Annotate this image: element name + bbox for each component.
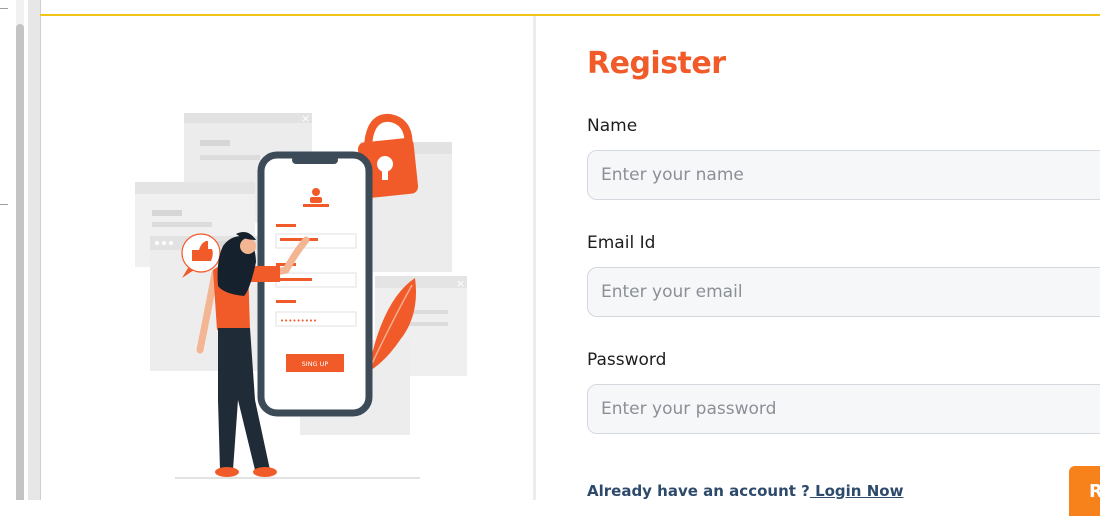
signup-illustration: × × ••••••••• SING UP [135, 112, 467, 479]
close-icon: × [301, 112, 310, 125]
password-dots: ••••••••• [280, 317, 317, 325]
register-submit-button[interactable]: R [1069, 466, 1100, 516]
gutter-tick [0, 8, 8, 9]
name-label: Name [587, 116, 638, 136]
panel-edge [28, 0, 41, 500]
login-prompt-text: Already have an account ? [587, 482, 810, 500]
login-prompt-row: Already have an account ? Login Now [587, 482, 903, 500]
email-input[interactable] [587, 267, 1100, 317]
close-icon: × [456, 277, 465, 290]
login-now-link[interactable]: Login Now [810, 482, 903, 500]
phone-mockup: ••••••••• SING UP [257, 151, 373, 417]
scrollbar-thumb[interactable] [16, 24, 24, 500]
phone-signup-label: SING UP [302, 360, 329, 368]
password-label: Password [587, 350, 667, 370]
name-input[interactable] [587, 150, 1100, 200]
panel-divider [533, 16, 536, 500]
register-form: Register Name Email Id Password Already … [587, 16, 1100, 516]
email-label: Email Id [587, 233, 656, 253]
gutter-tick [0, 204, 8, 205]
register-title: Register [587, 46, 726, 81]
password-input[interactable] [587, 384, 1100, 434]
